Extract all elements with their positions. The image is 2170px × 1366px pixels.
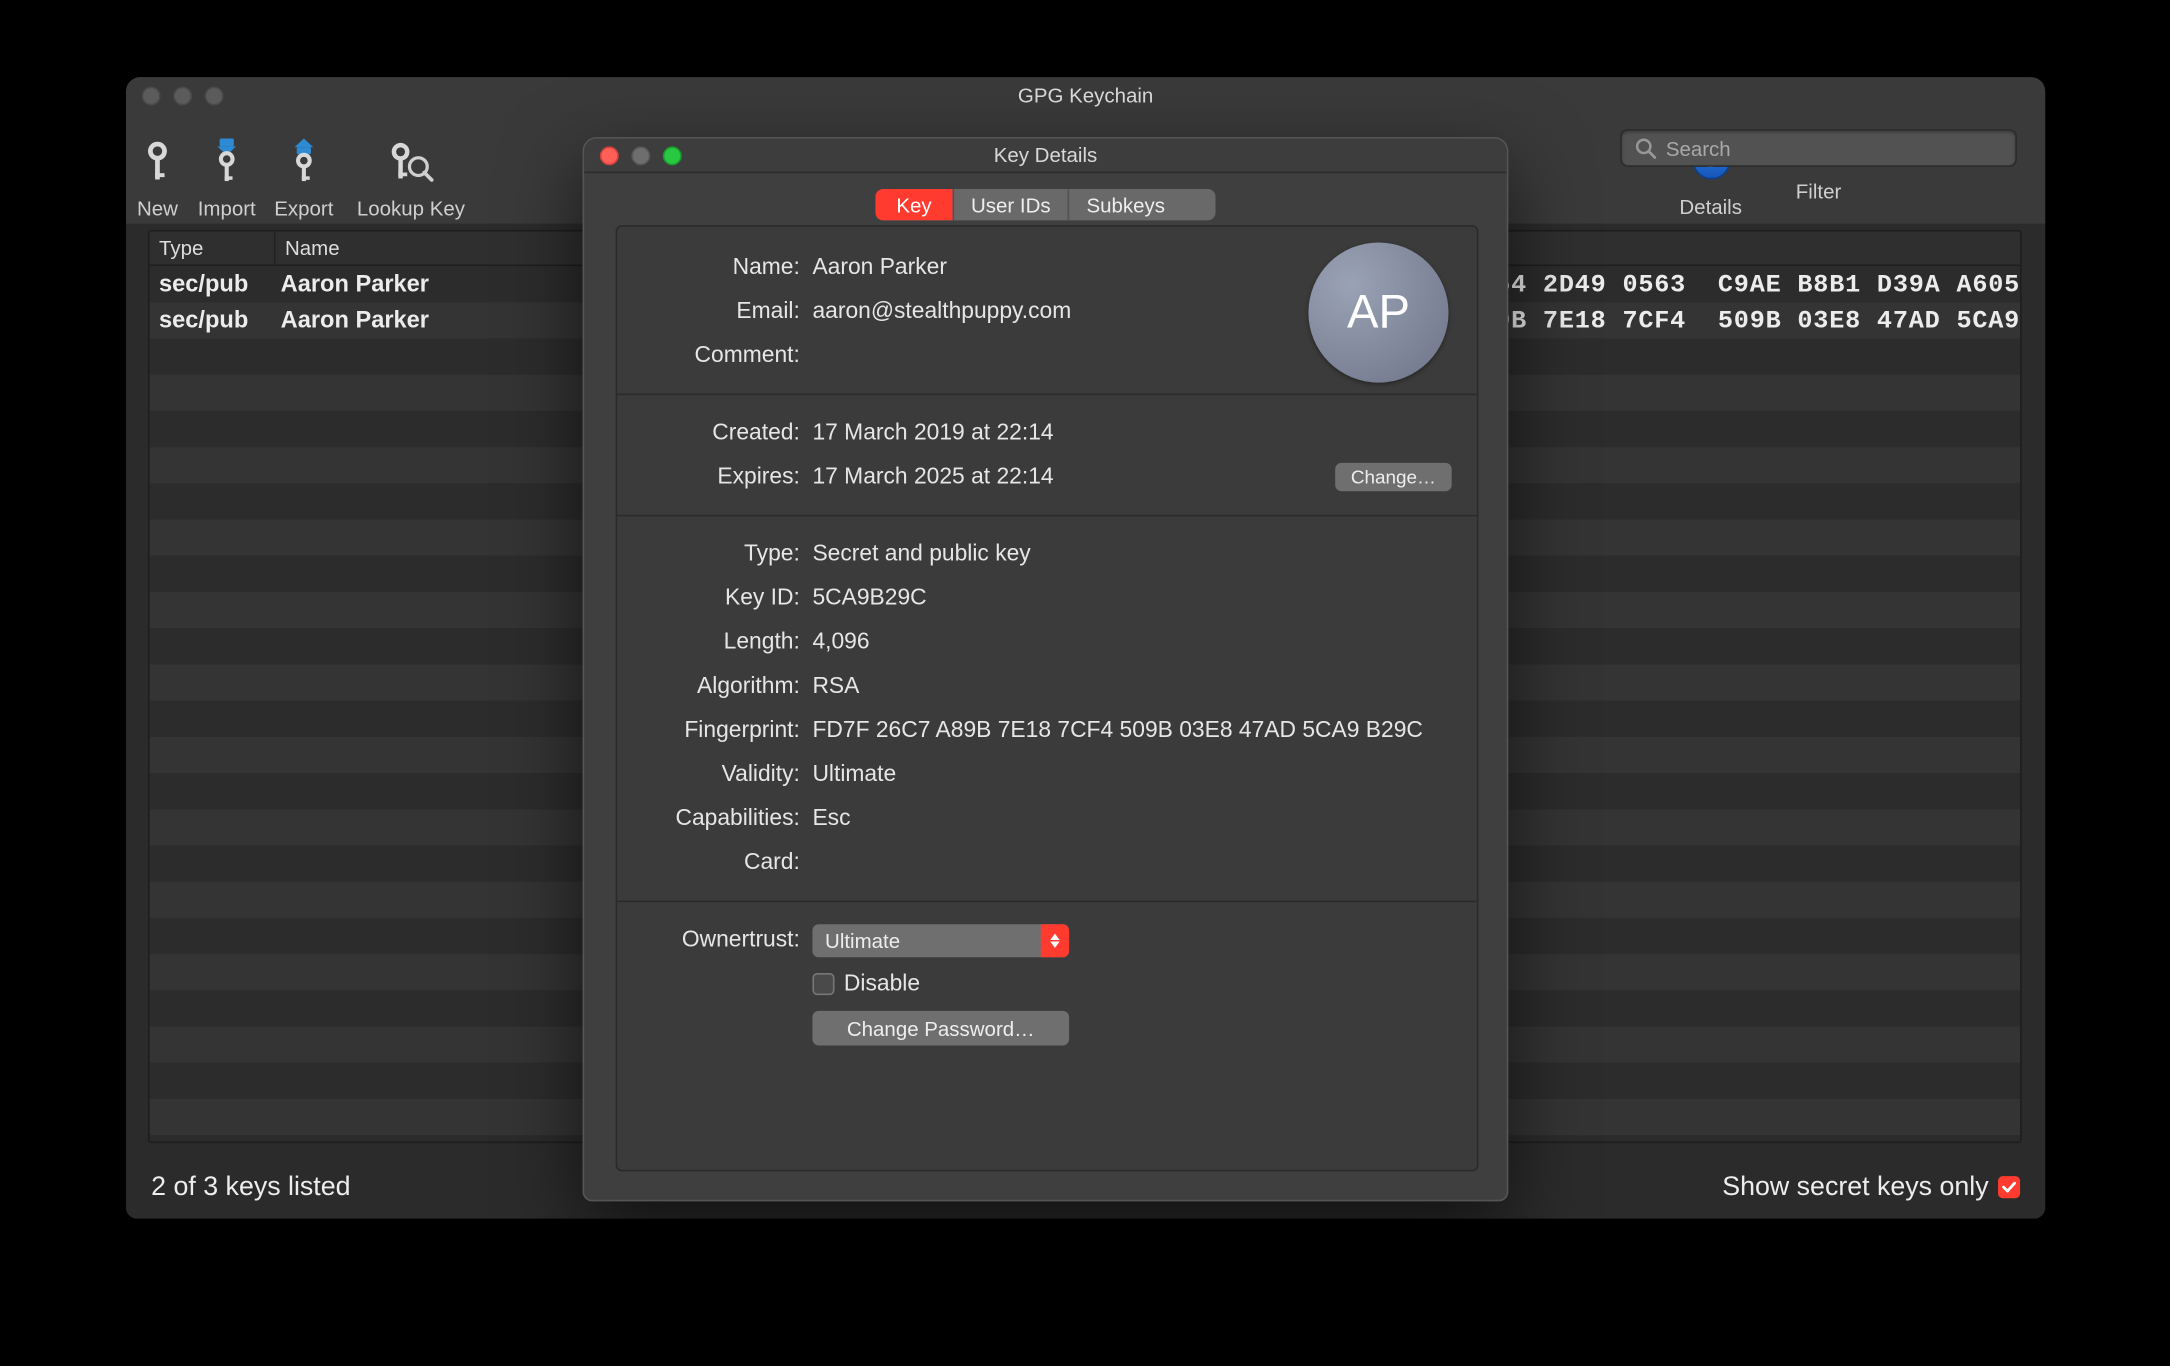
- dialog-traffic-lights[interactable]: [600, 146, 682, 165]
- key-export-icon: [287, 132, 322, 192]
- change-password-button[interactable]: Change Password…: [812, 1011, 1069, 1046]
- tab-userids[interactable]: User IDs: [954, 189, 1067, 220]
- status-text: 2 of 3 keys listed: [151, 1171, 350, 1202]
- show-secret-checkbox[interactable]: [1998, 1176, 2020, 1198]
- main-titlebar[interactable]: GPG Keychain: [126, 77, 2045, 113]
- value-length: 4,096: [812, 630, 1451, 655]
- dialog-titlebar[interactable]: Key Details: [584, 139, 1507, 174]
- tab-key[interactable]: Key: [875, 189, 952, 220]
- value-capabilities: Esc: [812, 806, 1451, 831]
- key-lookup-icon: [386, 132, 436, 192]
- toolbar-lookup[interactable]: Lookup Key: [343, 132, 478, 223]
- key-icon: [140, 132, 175, 192]
- disable-label: Disable: [844, 971, 920, 996]
- filter-label: Filter: [1620, 179, 2017, 203]
- show-secret-label: Show secret keys only: [1722, 1171, 1988, 1202]
- value-type: Secret and public key: [812, 542, 1451, 567]
- value-validity: Ultimate: [812, 762, 1451, 787]
- key-details-dialog: Key Details Key User IDs Subkeys AP Name…: [583, 137, 1509, 1201]
- toolbar-new[interactable]: New: [126, 132, 189, 223]
- search-icon: [1634, 137, 1656, 159]
- value-fingerprint: FD7F 26C7 A89B 7E18 7CF4 509B 03E8 47AD …: [812, 718, 1451, 743]
- value-created: 17 March 2019 at 22:14: [812, 420, 1451, 445]
- value-expires: 17 March 2025 at 22:14: [812, 464, 1053, 489]
- search-input[interactable]: [1666, 136, 1981, 160]
- value-algorithm: RSA: [812, 674, 1451, 699]
- dialog-title: Key Details: [584, 139, 1507, 174]
- check-icon: [2001, 1179, 2017, 1195]
- dialog-close[interactable]: [600, 146, 619, 165]
- toolbar-export[interactable]: Export: [265, 132, 344, 223]
- value-keyid: 5CA9B29C: [812, 586, 1451, 611]
- key-panel: AP Name:Aaron Parker Email:aaron@stealth…: [616, 225, 1479, 1171]
- key-import-icon: [209, 132, 244, 192]
- disable-checkbox[interactable]: [812, 973, 834, 995]
- dialog-zoom[interactable]: [663, 146, 682, 165]
- ownertrust-select[interactable]: Ultimate: [812, 923, 1069, 956]
- toolbar-import[interactable]: Import: [189, 132, 265, 223]
- tab-segment: Key User IDs Subkeys: [875, 189, 1215, 220]
- toolbar-filter-block: Filter: [1620, 113, 2042, 203]
- window-title: GPG Keychain: [126, 77, 2045, 113]
- search-field[interactable]: [1620, 129, 2017, 167]
- avatar[interactable]: AP: [1308, 242, 1448, 382]
- col-type[interactable]: Type: [150, 231, 276, 264]
- change-expiry-button[interactable]: Change…: [1335, 463, 1452, 491]
- select-arrows-icon: [1041, 923, 1069, 956]
- tab-subkeys[interactable]: Subkeys: [1069, 189, 1182, 220]
- dialog-minimize[interactable]: [631, 146, 650, 165]
